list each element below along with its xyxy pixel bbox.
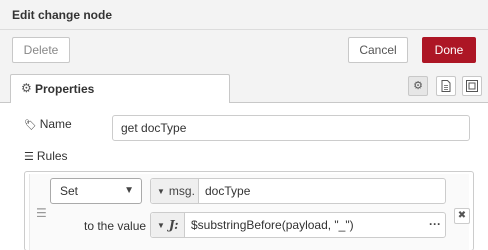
rule-value-input[interactable]: ▼ J: $substringBefore(payload, "_") ··· [150, 212, 446, 238]
close-icon: ✖ [457, 210, 467, 221]
cancel-button[interactable]: Cancel [348, 37, 408, 63]
expression-value[interactable]: $substringBefore(payload, "_") [191, 213, 421, 237]
property-type-select[interactable]: ▼ msg. [151, 179, 199, 203]
caret-down-icon: ▼ [157, 187, 165, 196]
rule-action-select[interactable]: Set ▼ [50, 178, 142, 204]
rule-action-value: Set [60, 184, 79, 198]
rules-list: ☰ Set ▼ ▼ msg. docType to the value ▼ J: $… [24, 171, 474, 250]
value-type-label: J: [168, 218, 179, 232]
property-value[interactable]: docType [205, 179, 250, 203]
appearance-tab-button[interactable] [462, 76, 482, 96]
dialog-title: Edit change node [12, 8, 113, 22]
dialog-toolbar: Delete Cancel Done [0, 31, 488, 69]
settings-tab-button[interactable]: ⚙ [408, 76, 428, 96]
chevron-down-icon: ▼ [124, 185, 134, 196]
rules-label-text: Rules [36, 149, 68, 163]
property-type-label: msg. [168, 184, 195, 198]
remove-rule-button[interactable]: ✖ [454, 208, 470, 224]
description-tab-button[interactable] [436, 76, 456, 96]
value-type-select[interactable]: ▼ J: [151, 213, 185, 237]
appearance-icon [466, 80, 478, 92]
expand-editor-button[interactable]: ··· [425, 213, 445, 237]
done-button[interactable]: Done [422, 37, 476, 63]
document-icon [441, 80, 451, 92]
name-label: 🏷 Name [24, 117, 72, 131]
tab-properties-label: Properties [35, 82, 95, 96]
rule-item: ☰ Set ▼ ▼ msg. docType to the value ▼ J: $… [29, 174, 470, 250]
name-input[interactable]: get docType [112, 115, 470, 141]
name-row: 🏷 Name get docType [0, 109, 488, 141]
to-value-label: to the value [84, 219, 147, 233]
gear-icon: ⚙ [21, 81, 32, 95]
list-icon: ☰ [24, 151, 34, 163]
tag-icon: 🏷 [24, 120, 37, 131]
properties-panel: 🏷 Name get docType ☰ Rules ☰ Set ▼ ▼ msg. d… [0, 103, 488, 250]
delete-button[interactable]: Delete [12, 37, 70, 63]
dialog-header: Edit change node [0, 0, 488, 30]
drag-handle-icon[interactable]: ☰ [36, 206, 47, 220]
gear-icon: ⚙ [413, 80, 423, 92]
rules-label: ☰ Rules [24, 149, 68, 163]
tab-bar: ⚙ Properties ⚙ [0, 69, 488, 104]
rule-property-input[interactable]: ▼ msg. docType [150, 178, 446, 204]
caret-down-icon: ▼ [157, 221, 165, 230]
name-label-text: Name [39, 117, 72, 131]
tab-properties[interactable]: ⚙ Properties [10, 74, 230, 104]
